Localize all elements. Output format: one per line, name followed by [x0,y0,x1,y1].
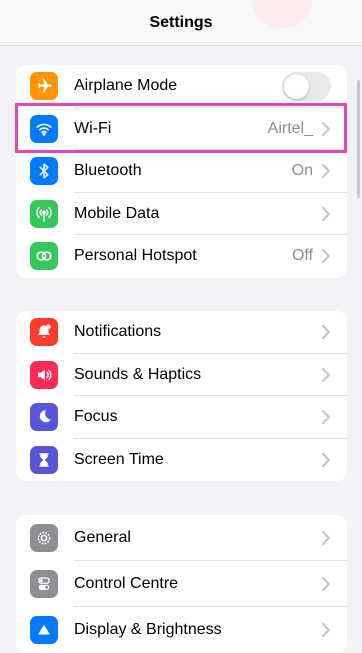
settings-row-focus[interactable]: Focus [16,396,347,439]
settings-row-display-brightness[interactable]: Display & Brightness [16,607,347,653]
settings-row-personal-hotspot[interactable]: Personal Hotspot Off [16,235,347,278]
hotspot-icon [30,242,58,271]
page-title: Settings [149,13,213,31]
row-label: Bluetooth [74,162,142,180]
connectivity-group: Airplane Mode Wi-Fi Airtel_ Bluetooth On… [16,65,347,278]
toggle-knob [284,73,309,99]
hourglass-icon [30,445,58,474]
chevron-right-icon [322,325,330,340]
chevron-right-icon [322,452,330,467]
chevron-right-icon [322,249,330,264]
row-label: Focus [74,408,118,426]
settings-row-screen-time[interactable]: Screen Time [16,439,347,482]
row-label: Sounds & Haptics [74,365,202,383]
row-label: General [74,529,131,546]
settings-row-airplane-mode[interactable]: Airplane Mode [16,65,347,108]
row-label: Mobile Data [74,204,160,222]
airplane-mode-toggle[interactable] [282,71,331,101]
settings-row-bluetooth[interactable]: Bluetooth On [16,150,347,193]
row-value: Off [291,247,313,265]
gear-icon [30,524,58,552]
bell-icon [30,318,58,347]
speaker-icon [30,360,58,389]
row-value: On [291,162,313,180]
settings-row-sounds-haptics[interactable]: Sounds & Haptics [16,354,347,396]
chevron-right-icon [322,164,330,179]
notifications-group: Notifications Sounds & Haptics Focus Scr… [16,311,347,481]
row-label: Airplane Mode [74,77,178,95]
wifi-icon [30,114,58,143]
chevron-right-icon [322,367,330,382]
chevron-right-icon [322,121,330,136]
antenna-icon [30,199,58,228]
chevron-right-icon [322,531,330,545]
chevron-right-icon [322,206,330,221]
chevron-right-icon [322,577,330,591]
settings-row-wifi[interactable]: Wi-Fi Airtel_ [16,108,347,150]
airplane-icon [30,72,58,101]
scrollbar[interactable] [357,80,360,198]
row-label: Control Centre [74,575,179,592]
chevron-right-icon [322,623,330,637]
chevron-right-icon [322,410,330,425]
bluetooth-icon [30,157,58,186]
row-label: Notifications [74,323,162,341]
settings-row-control-centre[interactable]: Control Centre [16,561,347,607]
display-icon [30,616,58,644]
settings-row-general[interactable]: General [16,515,347,561]
row-label: Screen Time [74,450,164,468]
general-group: General Control Centre Display & Brightn… [16,515,347,653]
settings-row-notifications[interactable]: Notifications [16,311,347,354]
toggles-icon [30,570,58,598]
moon-icon [30,403,58,432]
row-label: Display & Brightness [74,621,222,638]
settings-row-mobile-data[interactable]: Mobile Data [16,193,347,235]
nav-bar: Settings [0,0,362,46]
row-label: Personal Hotspot [74,247,197,265]
row-label: Wi-Fi [74,119,112,137]
status-blob [252,0,312,28]
row-value: Airtel_ [267,119,313,137]
